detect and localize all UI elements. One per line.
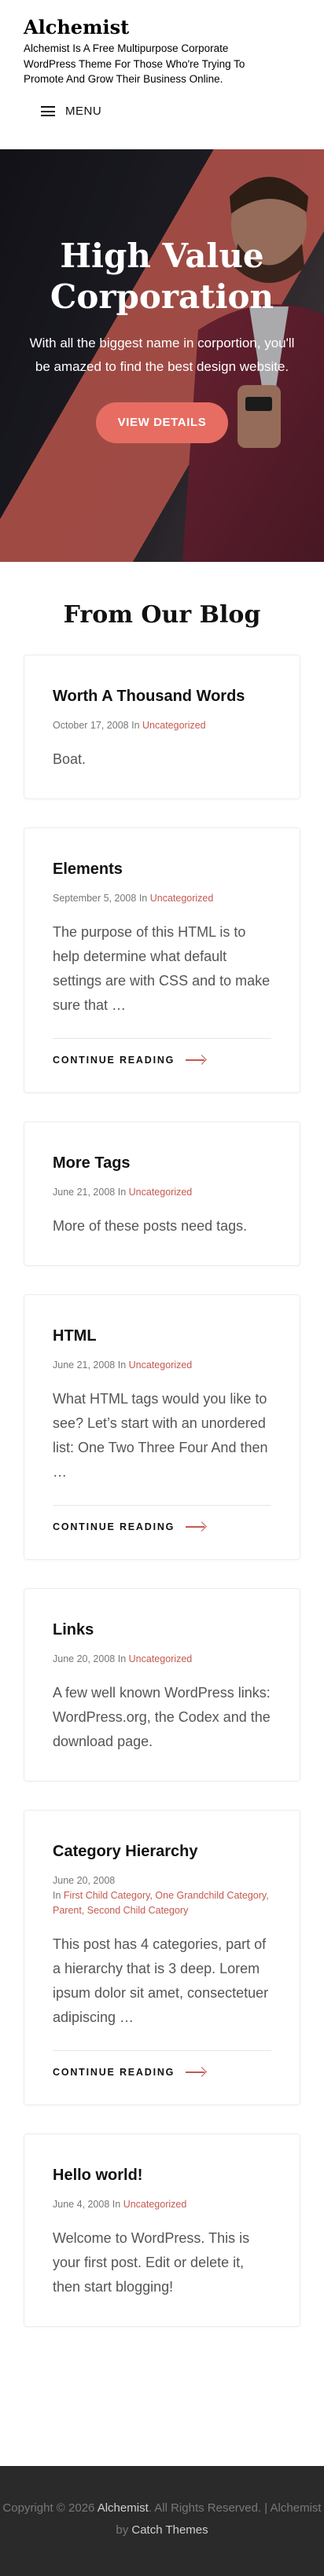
post-title[interactable]: Worth A Thousand Words [53, 685, 271, 707]
site-footer: Copyright © 2026 Alchemist. All Rights R… [0, 2466, 324, 2576]
site-header: Alchemist Alchemist Is A Free Multipurpo… [0, 0, 324, 149]
post-category[interactable]: Uncategorized [129, 1187, 193, 1198]
continue-reading-link[interactable]: CONTINUE READING [53, 1038, 271, 1066]
continue-reading-link[interactable]: CONTINUE READING [53, 1505, 271, 1532]
post-card: Worth A Thousand Words October 17, 2008 … [24, 655, 300, 799]
post-excerpt: This post has 4 categories, part of a hi… [53, 1936, 269, 2025]
footer-site-link[interactable]: Alchemist [98, 2501, 149, 2515]
post-excerpt: Boat. [53, 751, 87, 767]
post-excerpt: More of these posts need tags. [53, 1218, 248, 1234]
post-excerpt: The purpose of this HTML is to help dete… [53, 924, 271, 1013]
post-date[interactable]: October 17, 2008 [53, 720, 129, 731]
post-date[interactable]: June 20, 2008 [53, 1875, 115, 1886]
post-title[interactable]: HTML [53, 1325, 271, 1347]
site-title[interactable]: Alchemist [24, 16, 300, 39]
post-category[interactable]: Uncategorized [142, 720, 206, 731]
post-card: Elements September 5, 2008 In Uncategori… [24, 827, 300, 1093]
continue-reading-link[interactable]: CONTINUE READING [53, 2050, 271, 2078]
post-card: Links June 20, 2008 In Uncategorized A f… [24, 1588, 300, 1782]
section-title: From Our Blog [63, 601, 261, 629]
hero-banner: High Value Corporation With all the bigg… [0, 149, 324, 562]
continue-reading-label: CONTINUE READING [53, 1055, 175, 1066]
post-card: More Tags June 21, 2008 In Uncategorized… [24, 1121, 300, 1266]
post-meta: June 4, 2008 In Uncategorized [53, 2199, 187, 2210]
arrow-right-icon [186, 1056, 206, 1064]
hero-content: High Value Corporation With all the bigg… [0, 236, 324, 443]
post-title[interactable]: Category Hierarchy [53, 1840, 271, 1862]
blog-section: From Our Blog Worth A Thousand Words Oct… [0, 562, 324, 2327]
hamburger-icon [41, 106, 55, 116]
post-meta: June 21, 2008 In Uncategorized [53, 1360, 193, 1371]
post-card: Hello world! June 4, 2008 In Uncategoriz… [24, 2134, 300, 2327]
post-date[interactable]: June 21, 2008 [53, 1360, 115, 1371]
post-excerpt: Welcome to WordPress. This is your first… [53, 2230, 250, 2295]
post-category[interactable]: Uncategorized [150, 893, 214, 904]
post-meta: June 20, 2008 In First Child Category, On… [53, 1875, 269, 1916]
footer-copyright: Copyright © 2026 [2, 2501, 95, 2515]
post-title[interactable]: More Tags [53, 1152, 271, 1174]
hero-text: With all the biggest name in corportion,… [29, 336, 295, 374]
continue-reading-label: CONTINUE READING [53, 1521, 175, 1532]
post-meta: October 17, 2008 In Uncategorized [53, 720, 206, 731]
continue-reading-label: CONTINUE READING [53, 2067, 175, 2078]
post-meta: June 20, 2008 In Uncategorized [53, 1653, 193, 1664]
post-category[interactable]: Uncategorized [129, 1653, 193, 1664]
post-meta: June 21, 2008 In Uncategorized [53, 1187, 193, 1198]
post-category[interactable]: Uncategorized [129, 1360, 193, 1371]
hero-title: High Value Corporation [50, 237, 274, 316]
menu-label: MENU [65, 105, 102, 118]
arrow-right-icon [186, 2068, 206, 2076]
post-category[interactable]: First Child Category, One Grandchild Cat… [53, 1890, 269, 1916]
menu-toggle-button[interactable]: MENU [41, 102, 300, 121]
post-excerpt: What HTML tags would you like to see? Le… [53, 1391, 268, 1480]
post-meta: September 5, 2008 In Uncategorized [53, 893, 214, 904]
footer-author-link[interactable]: Catch Themes [131, 2523, 208, 2537]
post-date[interactable]: June 20, 2008 [53, 1653, 115, 1664]
post-title[interactable]: Links [53, 1619, 271, 1641]
post-category[interactable]: Uncategorized [123, 2199, 187, 2210]
post-title[interactable]: Elements [53, 858, 271, 880]
post-date[interactable]: June 4, 2008 [53, 2199, 109, 2210]
post-title[interactable]: Hello world! [53, 2164, 271, 2186]
site-description: Alchemist Is A Free Multipurpose Corpora… [24, 42, 245, 85]
post-card: Category Hierarchy June 20, 2008 In First… [24, 1810, 300, 2105]
view-details-button[interactable]: VIEW DETAILS [96, 402, 228, 443]
post-card: HTML June 21, 2008 In Uncategorized What… [24, 1294, 300, 1560]
post-date[interactable]: June 21, 2008 [53, 1187, 115, 1198]
arrow-right-icon [186, 1523, 206, 1531]
post-excerpt: A few well known WordPress links: WordPr… [53, 1685, 271, 1749]
post-list: Worth A Thousand Words October 17, 2008 … [0, 631, 324, 2327]
post-date[interactable]: September 5, 2008 [53, 893, 136, 904]
